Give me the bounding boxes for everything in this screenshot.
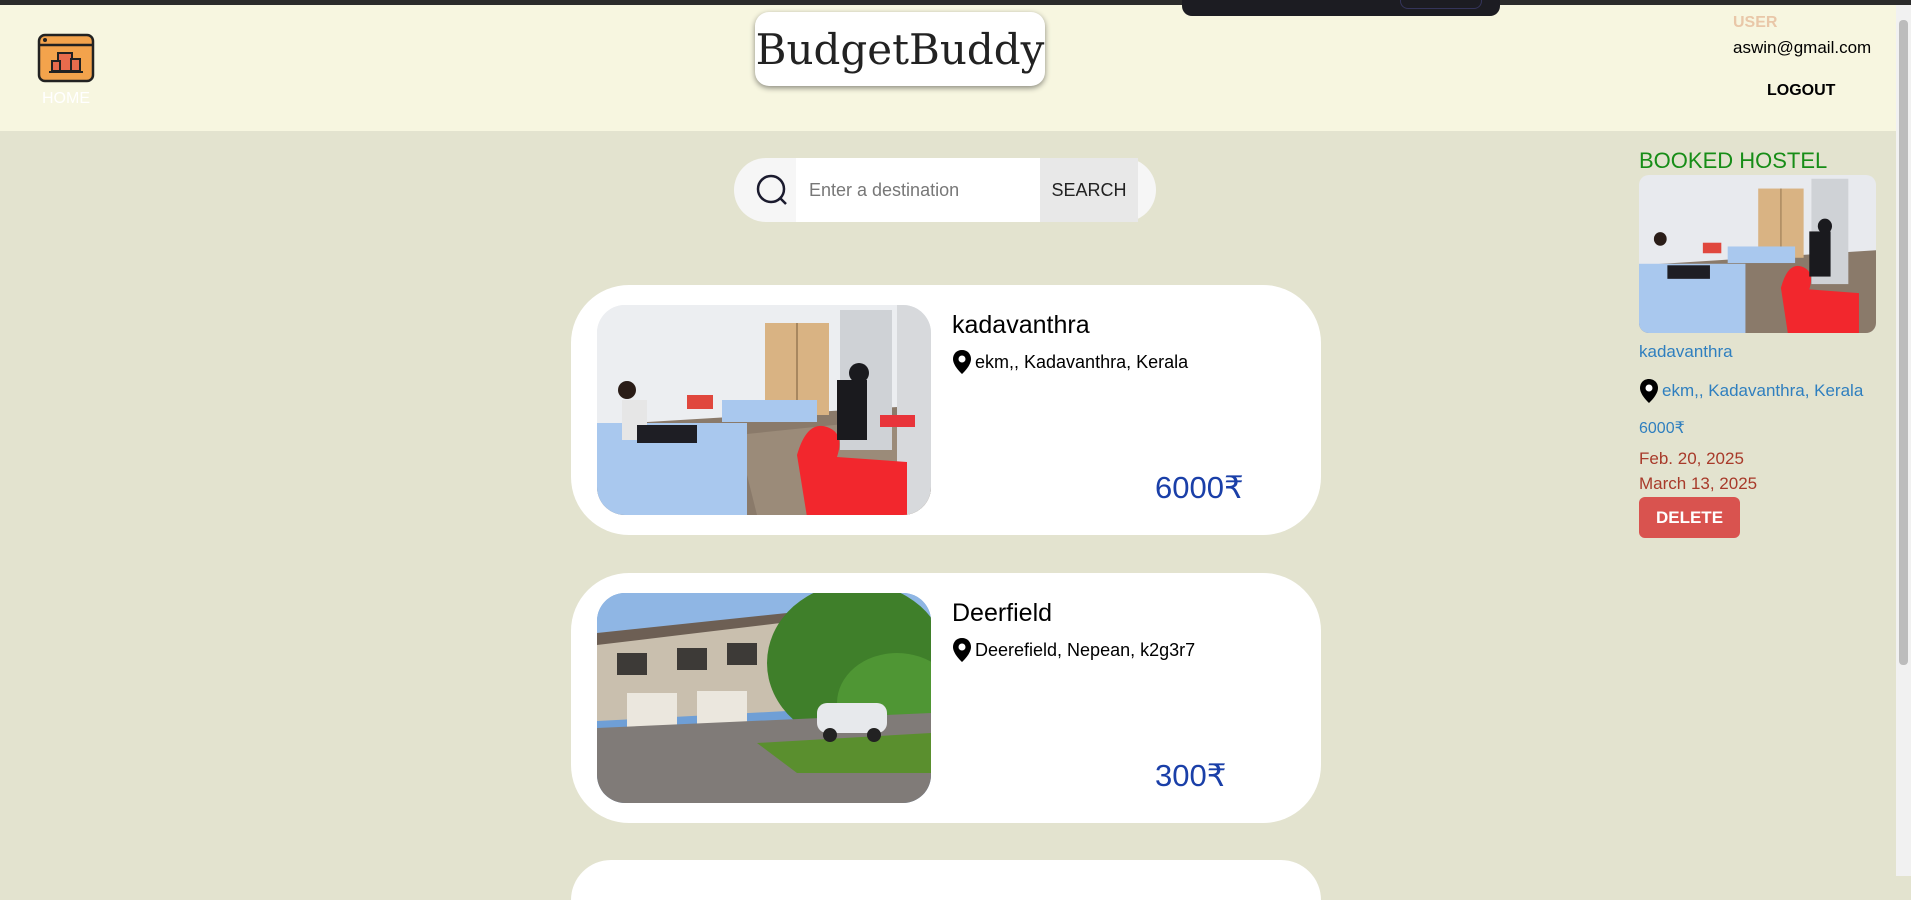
booked-hostel-image — [1639, 175, 1876, 333]
hostel-room-photo — [1639, 175, 1876, 333]
search-icon — [756, 174, 787, 205]
booked-check-out-date: March 13, 2025 — [1639, 474, 1758, 493]
user-email: aswin@gmail.com — [1733, 38, 1872, 57]
search-input[interactable] — [796, 158, 1040, 222]
home-link[interactable]: HOME — [36, 33, 96, 108]
listing-location-text: Deerefield, Nepean, k2g3r7 — [975, 639, 1196, 660]
search-button[interactable]: SEARCH — [1040, 158, 1138, 222]
listing-image — [597, 305, 931, 515]
booked-hostel-location: ekm,, Kadavanthra, Kerala — [1639, 378, 1863, 404]
overlay-toolbar-button[interactable] — [1400, 0, 1482, 9]
townhouse-photo — [597, 593, 931, 803]
user-label: USER — [1733, 14, 1778, 31]
search-bar: SEARCH — [734, 158, 1156, 222]
home-building-icon — [37, 33, 95, 83]
delete-booking-button[interactable]: DELETE — [1639, 497, 1740, 538]
listing-price: 300₹ — [1155, 758, 1227, 793]
header: HOME BudgetBuddy USER aswin@gmail.com LO… — [0, 5, 1896, 131]
location-pin-icon — [953, 638, 971, 662]
booked-hostel-title: BOOKED HOSTEL — [1639, 148, 1828, 173]
listing-card[interactable] — [571, 860, 1321, 900]
booked-hostel-price: 6000₹ — [1639, 420, 1685, 437]
listing-name[interactable]: kadavanthra — [952, 311, 1090, 340]
listing-card[interactable]: Deerfield Deerefield, Nepean, k2g3r7 300… — [571, 573, 1321, 823]
brand-logo: BudgetBuddy — [755, 12, 1045, 86]
listing-location: ekm,, Kadavanthra, Kerala — [952, 349, 1188, 375]
home-label[interactable]: HOME — [36, 90, 96, 108]
booked-hostel-name[interactable]: kadavanthra — [1639, 342, 1733, 362]
location-pin-icon — [953, 350, 971, 374]
listing-name[interactable]: Deerfield — [952, 599, 1052, 628]
scrollbar-thumb[interactable] — [1899, 20, 1908, 665]
listing-location-text: ekm,, Kadavanthra, Kerala — [975, 351, 1189, 372]
hostel-room-photo — [597, 305, 931, 515]
booked-check-in-date: Feb. 20, 2025 — [1639, 449, 1744, 468]
logout-button[interactable]: LOGOUT — [1767, 82, 1835, 100]
listing-card[interactable]: kadavanthra ekm,, Kadavanthra, Kerala 60… — [571, 285, 1321, 535]
listing-image — [597, 593, 931, 803]
listing-location: Deerefield, Nepean, k2g3r7 — [952, 637, 1195, 663]
booked-hostel-location-text: ekm,, Kadavanthra, Kerala — [1662, 381, 1864, 400]
listing-price: 6000₹ — [1155, 470, 1244, 505]
location-pin-icon — [1640, 379, 1658, 403]
